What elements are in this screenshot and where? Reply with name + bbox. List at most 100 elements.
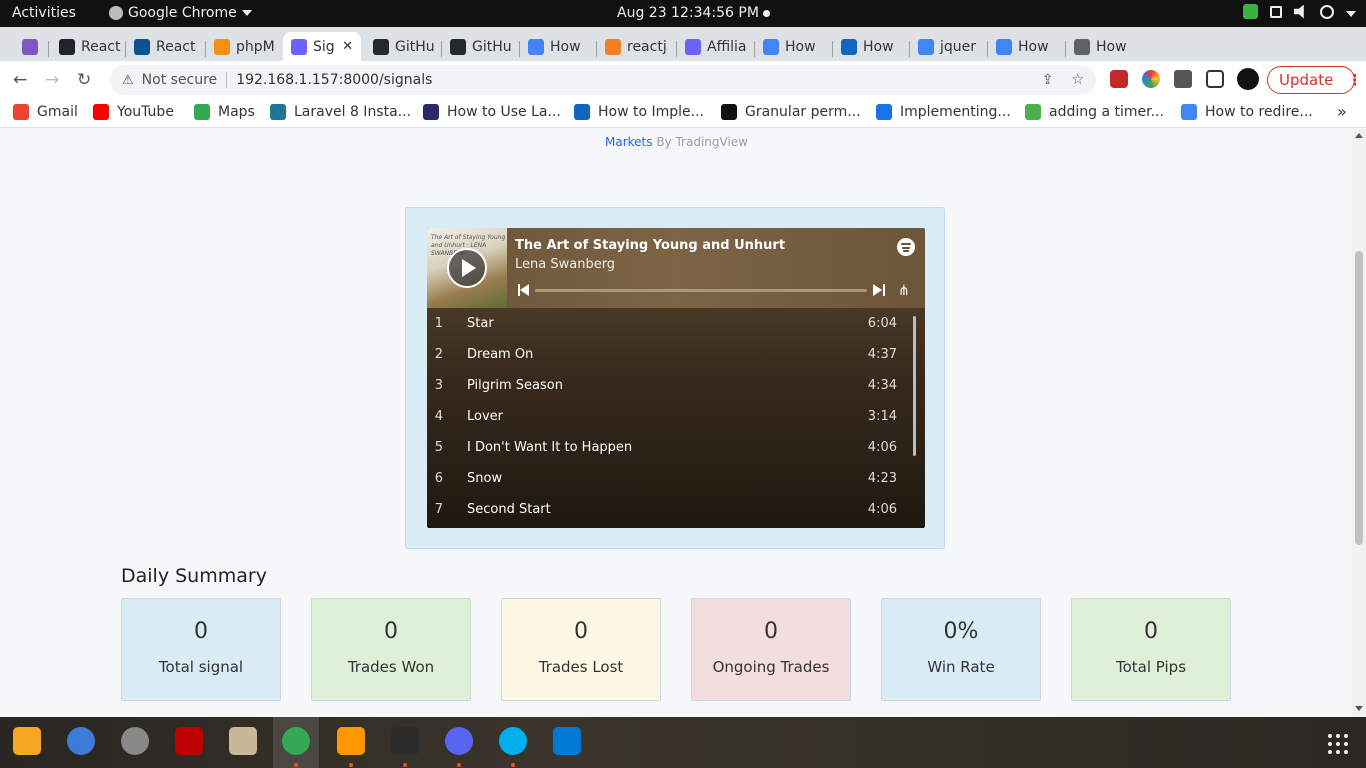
play-button[interactable]	[447, 248, 487, 288]
dropdown-arrow-icon	[241, 10, 252, 16]
profile-avatar[interactable]	[1237, 68, 1259, 90]
album-title[interactable]: The Art of Staying Young and Unhurt	[515, 238, 785, 253]
tab-0[interactable]	[14, 32, 46, 61]
bookmark-label: YouTube	[117, 104, 174, 120]
close-tab-icon[interactable]: ✕	[342, 39, 353, 54]
system-tray[interactable]	[1243, 4, 1356, 19]
reload-button[interactable]: ↻	[77, 70, 91, 90]
track-row[interactable]: 6 Snow 4:23	[427, 463, 897, 494]
security-shield-icon[interactable]	[1243, 4, 1258, 19]
tab-13[interactable]: How	[988, 32, 1063, 61]
scrollbar-thumb[interactable]	[1355, 251, 1363, 545]
share-icon[interactable]: ⋔	[898, 283, 910, 299]
colorzilla-icon[interactable]	[1142, 70, 1160, 88]
bookmark-item[interactable]: How to Imple...	[574, 104, 704, 120]
bookmark-label: Granular perm...	[745, 104, 861, 120]
extensions-puzzle-icon[interactable]	[1174, 70, 1192, 88]
calculator-icon[interactable]	[13, 727, 41, 755]
security-label[interactable]: Not secure	[142, 72, 218, 88]
next-track-icon[interactable]	[873, 284, 885, 296]
artist-name[interactable]: Lena Swanberg	[515, 257, 615, 272]
bookmarks-bar: Gmail YouTube Maps Laravel 8 Insta... How to…	[0, 98, 1366, 128]
update-button[interactable]: Update ⋮	[1267, 66, 1362, 94]
album-cover[interactable]: The Art of Staying Young and Unhurt · LE…	[427, 228, 507, 308]
tab-8[interactable]: reactj	[597, 32, 674, 61]
bookmark-label: How to Use La...	[447, 104, 561, 120]
scroll-up-arrow-icon[interactable]	[1355, 133, 1363, 138]
thunderbird-icon[interactable]	[67, 727, 95, 755]
bookmark-item[interactable]: Gmail	[13, 104, 78, 120]
files-icon[interactable]	[229, 727, 257, 755]
progress-bar[interactable]	[535, 289, 867, 292]
settings-icon[interactable]	[121, 727, 149, 755]
address-bar[interactable]: ⚠ Not secure 192.168.1.157:8000/signals …	[110, 65, 1096, 95]
bookmark-item[interactable]: Implementing...	[876, 104, 1011, 120]
side-panel-icon[interactable]	[1206, 70, 1224, 88]
kebab-menu-icon[interactable]: ⋮	[1347, 71, 1362, 89]
scroll-down-arrow-icon[interactable]	[1355, 706, 1363, 711]
tab-14[interactable]: How	[1066, 32, 1144, 61]
tab-2[interactable]: React	[126, 32, 203, 61]
chrome-icon[interactable]	[282, 727, 310, 755]
activities-button[interactable]: Activities	[12, 5, 76, 21]
share-icon[interactable]: ⇪	[1042, 72, 1054, 88]
bookmark-item[interactable]: Granular perm...	[721, 104, 861, 120]
tab-1[interactable]: React	[51, 32, 123, 61]
track-row[interactable]: 1 Star 6:04	[427, 308, 897, 339]
track-row[interactable]: 7 Second Start 4:06	[427, 494, 897, 525]
tab-3[interactable]: phpM	[206, 32, 280, 61]
bookmark-item[interactable]: How to Use La...	[423, 104, 561, 120]
tab-11[interactable]: How	[833, 32, 907, 61]
network-icon[interactable]	[1270, 5, 1282, 18]
tab-5[interactable]: GitHu	[365, 32, 439, 61]
tab-9[interactable]: Affilia	[677, 32, 752, 61]
page-scrollbar[interactable]	[1352, 129, 1366, 717]
forward-button[interactable]: →	[45, 70, 59, 90]
bookmark-item[interactable]: Maps	[194, 104, 255, 120]
bookmark-item[interactable]: adding a timer...	[1025, 104, 1164, 120]
track-row[interactable]: 5 I Don't Want It to Happen 4:06	[427, 432, 897, 463]
tab-7[interactable]: How	[520, 32, 594, 61]
spotify-logo-icon[interactable]	[897, 238, 915, 256]
bookmark-item[interactable]: YouTube	[93, 104, 174, 120]
bookmark-label: How to Imple...	[598, 104, 705, 120]
summary-card-value: 0	[574, 619, 588, 644]
previous-track-icon[interactable]	[518, 284, 530, 296]
markets-link[interactable]: Markets	[605, 135, 653, 149]
bookmark-item[interactable]: How to redire...	[1181, 104, 1313, 120]
track-number: 2	[434, 347, 443, 362]
track-duration: 4:06	[867, 502, 897, 517]
bookmark-item[interactable]: Laravel 8 Insta...	[270, 104, 411, 120]
bookmark-label: adding a timer...	[1049, 104, 1164, 120]
track-number: 3	[434, 378, 443, 393]
sublime-icon[interactable]	[337, 727, 365, 755]
skype-icon[interactable]	[499, 727, 527, 755]
track-list[interactable]: 1 Star 6:04 2 Dream On 4:37 3 Pilgrim Season 4:3…	[427, 308, 925, 528]
track-row[interactable]: 3 Pilgrim Season 4:34	[427, 370, 897, 401]
back-button[interactable]: ←	[13, 70, 27, 90]
tab-4[interactable]: Sig ✕	[283, 32, 361, 61]
codegrepper-icon	[841, 38, 857, 55]
show-applications-icon[interactable]	[1328, 734, 1348, 754]
running-indicator	[294, 763, 298, 767]
track-list-scrollbar[interactable]	[913, 316, 916, 456]
warning-icon[interactable]: ⚠	[122, 73, 134, 88]
tab-6[interactable]: GitHu	[442, 32, 517, 61]
bookmark-star-icon[interactable]: ☆	[1071, 72, 1084, 88]
bookmarks-overflow-button[interactable]: »	[1337, 102, 1347, 121]
tab-10[interactable]: How	[755, 32, 830, 61]
chevron-down-icon[interactable]	[1346, 10, 1356, 17]
extension-red-icon[interactable]	[1110, 70, 1128, 88]
track-row[interactable]: 4 Lover 3:14	[427, 401, 897, 432]
tab-12[interactable]: jquer	[910, 32, 985, 61]
terminal-icon[interactable]	[391, 727, 419, 755]
system-clock[interactable]: Aug 23 12:34:56 PM	[617, 5, 759, 21]
volume-icon[interactable]	[1294, 4, 1304, 19]
app-menu[interactable]: Google Chrome	[109, 5, 252, 21]
discord-icon[interactable]	[445, 727, 473, 755]
power-icon[interactable]	[1320, 4, 1334, 19]
track-row[interactable]: 2 Dream On 4:37	[427, 339, 897, 370]
url-text[interactable]: 192.168.1.157:8000/signals	[236, 72, 432, 88]
vscode-icon[interactable]	[553, 727, 581, 755]
filezilla-icon[interactable]	[175, 727, 203, 755]
